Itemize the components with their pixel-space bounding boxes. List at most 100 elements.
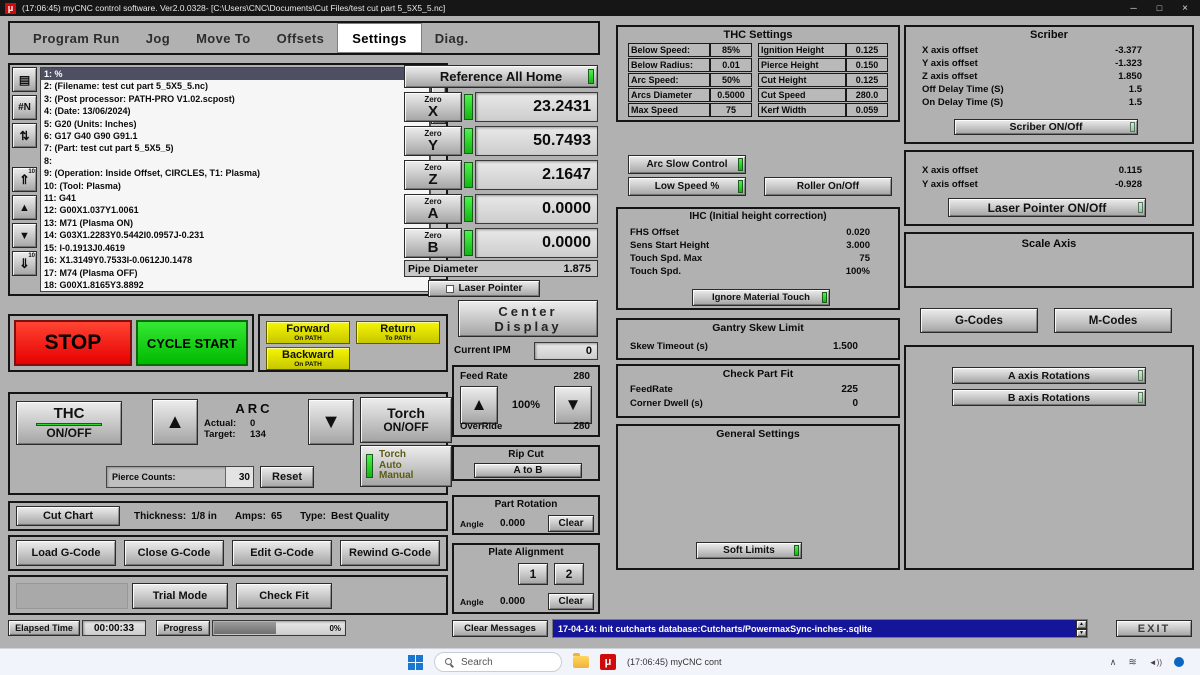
search-line-icon[interactable]: ▤ (12, 67, 37, 92)
page-down-icon[interactable]: ⇓10 (12, 251, 37, 276)
backward-on-path-button[interactable]: Backward On PATH (266, 347, 350, 370)
maximize-icon[interactable]: □ (1150, 3, 1169, 13)
laser-pointer-toggle[interactable]: Laser Pointer (428, 280, 540, 297)
gcode-line[interactable]: 17: M74 (Plasma OFF) (41, 267, 429, 279)
gcode-line[interactable]: 4: (Date: 13/06/2024) (41, 105, 429, 117)
gcode-line[interactable]: 15: I-0.1913J0.4619 (41, 242, 429, 254)
gcode-line[interactable]: 9: (Operation: Inside Offset, CIRCLES, T… (41, 167, 429, 179)
gcode-line[interactable]: 7: (Part: test cut part 5_5X5_5) (41, 142, 429, 154)
spinner-down-icon[interactable]: ▼ (1076, 629, 1087, 638)
zero-a-button[interactable]: ZeroA (404, 194, 462, 224)
gcode-line[interactable]: 6: G17 G40 G90 G91.1 (41, 130, 429, 142)
line-up-icon[interactable]: ▲ (12, 195, 37, 220)
zero-y-button[interactable]: ZeroY (404, 126, 462, 156)
m-codes-button[interactable]: M-Codes (1054, 308, 1172, 333)
close-icon[interactable]: × (1175, 3, 1195, 14)
roller-on-off-button[interactable]: Roller On/Off (764, 177, 892, 196)
scriber-title: Scriber (906, 29, 1192, 41)
arc-down-button[interactable]: ▼ (308, 399, 354, 445)
thc-on-off-button[interactable]: THC ON/OFF (16, 401, 122, 445)
feed-up-button[interactable]: ▲ (460, 386, 498, 424)
reference-all-home-button[interactable]: Reference All Home (404, 65, 598, 88)
exit-button[interactable]: EXIT (1116, 620, 1192, 637)
gcode-line[interactable]: 11: G41 (41, 192, 429, 204)
gcode-line[interactable]: 10: (Tool: Plasma) (41, 180, 429, 192)
tab-program-run[interactable]: Program Run (20, 31, 133, 46)
goto-line-icon[interactable]: #N (12, 95, 37, 120)
b-axis-rotations-button[interactable]: B axis Rotations (952, 389, 1146, 406)
app-logo-icon: μ (5, 3, 16, 14)
stop-button[interactable]: STOP (14, 320, 132, 366)
a-axis-rotations-button[interactable]: A axis Rotations (952, 367, 1146, 384)
taskbar-search[interactable]: Search (434, 652, 562, 672)
soft-limits-button[interactable]: Soft Limits (696, 542, 802, 559)
swap-view-icon[interactable]: ⇅ (12, 123, 37, 148)
minimize-icon[interactable]: ─ (1123, 3, 1143, 13)
laser-pointer-on-off-button[interactable]: Laser Pointer ON/Off (948, 198, 1146, 217)
low-speed-button[interactable]: Low Speed % (628, 177, 746, 196)
gcode-line[interactable]: 16: X1.3149Y0.7533I-0.0612J0.1478 (41, 254, 429, 266)
zero-z-button[interactable]: ZeroZ (404, 160, 462, 190)
tab-jog[interactable]: Jog (133, 31, 183, 46)
message-combo[interactable]: 17-04-14: Init cutcharts database:Cutcha… (552, 619, 1088, 638)
zero-x-button[interactable]: ZeroX (404, 92, 462, 122)
mycnc-taskbar-label[interactable]: (17:06:45) myCNC cont (627, 657, 722, 667)
zero-b-button[interactable]: ZeroB (404, 228, 462, 258)
progress-bar: 0% (212, 620, 346, 636)
gcode-line[interactable]: 1: % (41, 68, 429, 80)
torch-on-off-button[interactable]: Torch ON/OFF (360, 397, 452, 443)
tray-speaker-icon[interactable]: ◄)) (1149, 658, 1162, 667)
check-fit-button[interactable]: Check Fit (236, 583, 332, 609)
laser-offset-panel: X axis offset0.115 Y axis offset-0.928 L… (904, 150, 1194, 226)
a-to-b-button[interactable]: A to B (474, 463, 582, 478)
return-to-path-button[interactable]: Return To PATH (356, 321, 440, 344)
trial-mode-button[interactable]: Trial Mode (132, 583, 228, 609)
plate-point-1-button[interactable]: 1 (518, 563, 548, 585)
torch-auto-manual-button[interactable]: Torch Auto Manual (360, 445, 452, 487)
gcode-line[interactable]: 5: G20 (Units: Inches) (41, 118, 429, 130)
rewind-gcode-button[interactable]: Rewind G-Code (340, 540, 440, 566)
line-down-icon[interactable]: ▼ (12, 223, 37, 248)
cycle-start-button[interactable]: CYCLE START (136, 320, 248, 366)
ignore-material-touch-button[interactable]: Ignore Material Touch (692, 289, 830, 306)
gcode-line[interactable]: 3: (Post processor: PATH-PRO V1.02.scpos… (41, 93, 429, 105)
gcode-line[interactable]: 12: G00X1.037Y1.0061 (41, 204, 429, 216)
load-gcode-button[interactable]: Load G-Code (16, 540, 116, 566)
cut-chart-button[interactable]: Cut Chart (16, 506, 120, 526)
gcode-line[interactable]: 8: (41, 155, 429, 167)
close-gcode-button[interactable]: Close G-Code (124, 540, 224, 566)
tab-offsets[interactable]: Offsets (264, 31, 338, 46)
gcode-line[interactable]: 18: G00X1.8165Y3.8892 (41, 279, 429, 291)
gcode-line[interactable]: 2: (Filename: test cut part 5_5X5_5.nc) (41, 80, 429, 92)
forward-on-path-button[interactable]: Forward On PATH (266, 321, 350, 344)
reset-pierce-button[interactable]: Reset (260, 466, 314, 488)
plate-clear-button[interactable]: Clear (548, 593, 594, 610)
arc-slow-control-button[interactable]: Arc Slow Control (628, 155, 746, 174)
tab-diag[interactable]: Diag. (422, 31, 482, 46)
page-up-icon[interactable]: ⇑10 (12, 167, 37, 192)
ignore-touch-indicator (822, 292, 827, 303)
gcode-line[interactable]: 14: G03X1.2283Y0.5442I0.0957J-0.231 (41, 229, 429, 241)
spinner-up-icon[interactable]: ▲ (1076, 620, 1087, 629)
soft-limits-indicator (794, 545, 799, 556)
windows-start-icon[interactable] (408, 655, 423, 670)
gcode-line[interactable]: 13: M71 (Plasma ON) (41, 217, 429, 229)
part-rotation-clear-button[interactable]: Clear (548, 515, 594, 532)
arc-up-button[interactable]: ▲ (152, 399, 198, 445)
tab-settings[interactable]: Settings (337, 23, 421, 53)
mycnc-taskbar-icon[interactable]: μ (600, 654, 616, 670)
center-display-button[interactable]: Center Display (458, 300, 598, 337)
file-explorer-icon[interactable] (573, 656, 589, 668)
clear-messages-button[interactable]: Clear Messages (452, 620, 548, 637)
scriber-on-off-button[interactable]: Scriber ON/Off (954, 119, 1138, 135)
tray-wifi-icon[interactable]: ≋ (1128, 657, 1136, 668)
message-spinner[interactable]: ▲ ▼ (1076, 620, 1087, 637)
feed-down-button[interactable]: ▼ (554, 386, 592, 424)
plate-point-2-button[interactable]: 2 (554, 563, 584, 585)
window-title: (17:06:45) myCNC control software. Ver2.… (22, 3, 445, 13)
tray-chevron-up-icon[interactable]: ∧ (1110, 657, 1117, 668)
tab-move-to[interactable]: Move To (183, 31, 264, 46)
edit-gcode-button[interactable]: Edit G-Code (232, 540, 332, 566)
g-codes-button[interactable]: G-Codes (920, 308, 1038, 333)
tray-notification-icon[interactable] (1174, 657, 1184, 667)
